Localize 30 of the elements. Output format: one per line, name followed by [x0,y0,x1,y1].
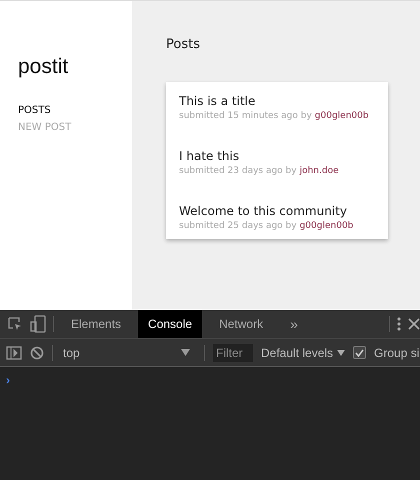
close-icon[interactable] [408,318,420,330]
context-select[interactable]: top [61,346,196,360]
page-heading: Posts [166,37,201,52]
console-prompt[interactable]: › [6,373,10,387]
devtools-tab[interactable]: Elements [61,310,132,338]
dropdown-caret-icon [181,349,190,356]
author-link[interactable]: john.doe [300,166,339,176]
log-levels-select[interactable]: Default levels [261,346,346,360]
sidebar-toggle-icon[interactable] [6,346,22,360]
filter-field[interactable]: Filter [213,344,253,362]
devtools-tab[interactable]: Network [209,310,274,338]
post-title[interactable]: I hate this [179,149,388,163]
more-options-icon[interactable] [397,317,401,331]
more-tabs-button[interactable]: » [280,310,308,338]
post-meta: submitted 15 minutes ago by [179,111,312,121]
post-meta: submitted 25 days ago by [179,221,297,231]
clear-console-icon[interactable] [30,346,44,360]
device-icon[interactable] [30,315,46,333]
post-title[interactable]: This is a title [179,94,388,108]
author-link[interactable]: g00glen00b [314,111,369,121]
group-similar-checkbox[interactable] [353,346,366,359]
author-link[interactable]: g00glen00b [300,221,354,231]
nav-link[interactable]: POSTS [18,105,132,116]
group-similar-label: Group si [374,346,420,360]
inspect-icon[interactable] [7,316,23,332]
post-meta: submitted 23 days ago by [179,166,297,176]
dropdown-caret-icon [337,350,346,356]
devtools-tab[interactable]: Console [138,310,202,338]
post-title[interactable]: Welcome to this community [179,204,388,218]
site-logo[interactable]: postit [18,55,132,79]
